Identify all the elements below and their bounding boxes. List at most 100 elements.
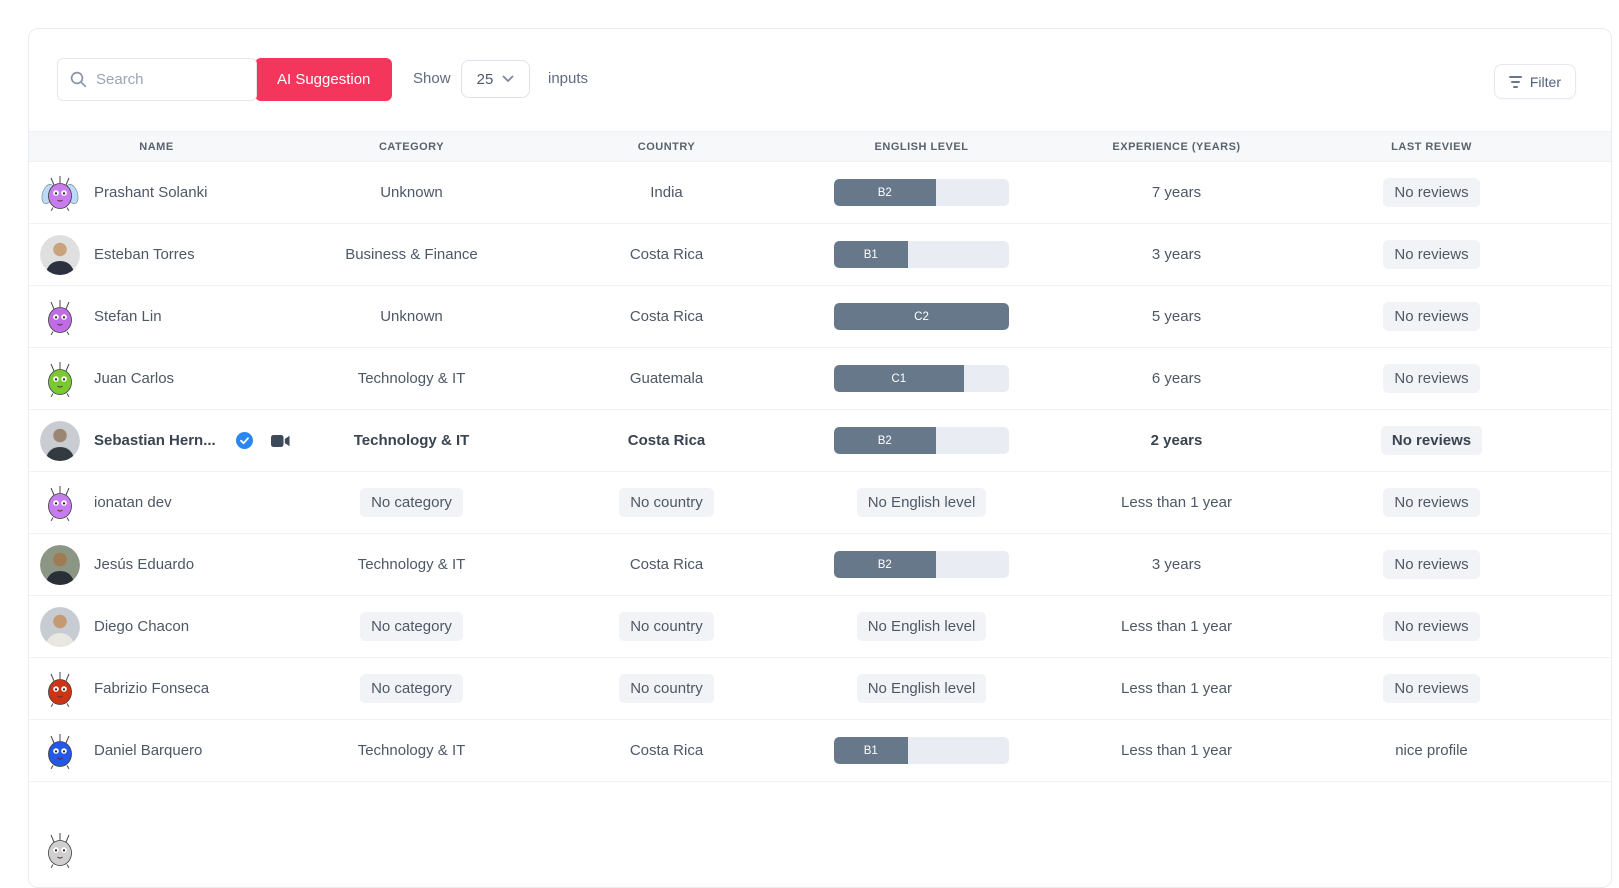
english-level-bar: B1 — [834, 241, 1009, 268]
column-header-name[interactable]: NAME — [29, 141, 284, 153]
filter-lines-icon — [1509, 76, 1522, 88]
table-row[interactable]: Jesús Eduardo Technology & IT Costa Rica — [29, 534, 1611, 596]
category-cell: No category — [284, 488, 539, 517]
avatar[interactable] — [40, 421, 80, 461]
avatar[interactable] — [40, 235, 80, 275]
table-row[interactable]: Juan Carlos Technology & IT Guatemala — [29, 348, 1611, 410]
review-value: No reviews — [1383, 612, 1479, 641]
category-cell: Technology & IT — [284, 556, 539, 573]
table-row[interactable]: Esteban Torres Business & Finance Costa … — [29, 224, 1611, 286]
avatar[interactable] — [40, 545, 80, 585]
experience-value: 3 years — [1152, 246, 1201, 263]
category-value: Unknown — [380, 308, 443, 325]
experience-value: Less than 1 year — [1121, 494, 1232, 511]
search-input[interactable] — [57, 58, 257, 101]
person-name[interactable]: Esteban Torres — [94, 246, 195, 263]
review-value: No reviews — [1383, 240, 1479, 269]
review-cell: No reviews — [1304, 550, 1559, 579]
verified-badge-icon — [236, 432, 253, 449]
country-cell: Costa Rica — [539, 308, 794, 325]
table-row[interactable]: Diego Chacon No category No country No E… — [29, 596, 1611, 658]
category-value: Technology & IT — [354, 432, 470, 449]
avatar[interactable] — [40, 297, 80, 337]
table-row[interactable]: Daniel Barquero Technology & IT Costa Ri… — [29, 720, 1611, 782]
category-value: No category — [360, 674, 463, 703]
country-value: Costa Rica — [628, 432, 706, 449]
english-level-cell: No English level — [794, 674, 1049, 703]
avatar[interactable] — [40, 359, 80, 399]
person-name[interactable]: Sebastian Hern... — [94, 432, 216, 449]
english-level-fill: B1 — [834, 241, 908, 268]
person-name[interactable]: Juan Carlos — [94, 370, 174, 387]
name-cell: Fabrizio Fonseca — [29, 669, 284, 709]
person-name[interactable]: Stefan Lin — [94, 308, 162, 325]
english-level-cell: C1 — [794, 365, 1049, 392]
avatar[interactable] — [40, 173, 80, 213]
review-cell: No reviews — [1304, 178, 1559, 207]
english-level-cell: B2 — [794, 427, 1049, 454]
table-row[interactable]: ionatan dev No category No country No En… — [29, 472, 1611, 534]
country-cell: Costa Rica — [539, 556, 794, 573]
country-cell: No country — [539, 612, 794, 641]
review-cell: No reviews — [1304, 426, 1559, 455]
category-value: Unknown — [380, 184, 443, 201]
experience-value: 2 years — [1151, 432, 1203, 449]
experience-cell: 6 years — [1049, 370, 1304, 387]
avatar[interactable] — [40, 607, 80, 647]
country-value: No country — [619, 612, 714, 641]
person-name[interactable]: Prashant Solanki — [94, 184, 207, 201]
name-cell: Juan Carlos — [29, 359, 284, 399]
experience-cell: Less than 1 year — [1049, 680, 1304, 697]
experience-cell: 3 years — [1049, 246, 1304, 263]
table-header: NAME CATEGORY COUNTRY ENGLISH LEVEL EXPE… — [29, 131, 1611, 162]
english-level-fill: B2 — [834, 179, 936, 206]
avatar[interactable] — [40, 669, 80, 709]
country-value: Guatemala — [630, 370, 703, 387]
category-cell: Technology & IT — [284, 742, 539, 759]
ai-suggestion-button[interactable]: AI Suggestion — [255, 58, 392, 101]
english-level-fill: B2 — [834, 551, 936, 578]
column-header-category[interactable]: CATEGORY — [284, 141, 539, 153]
person-name[interactable]: Jesús Eduardo — [94, 556, 194, 573]
table-row[interactable]: Stefan Lin Unknown Costa Rica — [29, 286, 1611, 348]
content-card: AI Suggestion Show 25 inputs Filter NAME… — [28, 28, 1612, 888]
table-row[interactable]: Fabrizio Fonseca No category No country … — [29, 658, 1611, 720]
person-name[interactable]: ionatan dev — [94, 494, 172, 511]
column-header-experience[interactable]: EXPERIENCE (YEARS) — [1049, 141, 1304, 153]
person-name[interactable]: Diego Chacon — [94, 618, 189, 635]
avatar[interactable] — [40, 483, 80, 523]
country-value: No country — [619, 674, 714, 703]
chevron-down-icon — [502, 75, 514, 83]
category-value: No category — [360, 488, 463, 517]
english-level-value: No English level — [857, 674, 987, 703]
english-level-cell: B2 — [794, 551, 1049, 578]
english-level-label: B2 — [878, 559, 892, 571]
english-level-label: B2 — [878, 435, 892, 447]
table-row[interactable]: Prashant Solanki Unknown India — [29, 162, 1611, 224]
experience-value: 5 years — [1152, 308, 1201, 325]
toolbar: AI Suggestion Show 25 inputs Filter — [29, 29, 1611, 131]
name-cell: Daniel Barquero — [29, 731, 284, 771]
avatar[interactable] — [40, 731, 80, 771]
review-value: No reviews — [1383, 674, 1479, 703]
column-header-last-review[interactable]: LAST REVIEW — [1304, 141, 1559, 153]
experience-cell: 3 years — [1049, 556, 1304, 573]
table-row[interactable] — [29, 782, 1611, 844]
table-row[interactable]: Sebastian Hern... Technology & IT Costa … — [29, 410, 1611, 472]
english-level-bar: B2 — [834, 551, 1009, 578]
avatar[interactable] — [40, 830, 80, 870]
name-cell: Sebastian Hern... — [29, 421, 284, 461]
filter-button[interactable]: Filter — [1494, 64, 1576, 99]
review-cell: No reviews — [1304, 612, 1559, 641]
english-level-label: C1 — [891, 373, 906, 385]
page-size-select[interactable]: 25 — [461, 60, 530, 98]
name-cell: ionatan dev — [29, 483, 284, 523]
person-name[interactable]: Daniel Barquero — [94, 742, 202, 759]
country-cell: Costa Rica — [539, 742, 794, 759]
category-cell: Technology & IT — [284, 370, 539, 387]
column-header-english-level[interactable]: ENGLISH LEVEL — [794, 141, 1049, 153]
person-name[interactable]: Fabrizio Fonseca — [94, 680, 209, 697]
filter-button-label: Filter — [1530, 74, 1561, 90]
column-header-country[interactable]: COUNTRY — [539, 141, 794, 153]
name-cell: Jesús Eduardo — [29, 545, 284, 585]
